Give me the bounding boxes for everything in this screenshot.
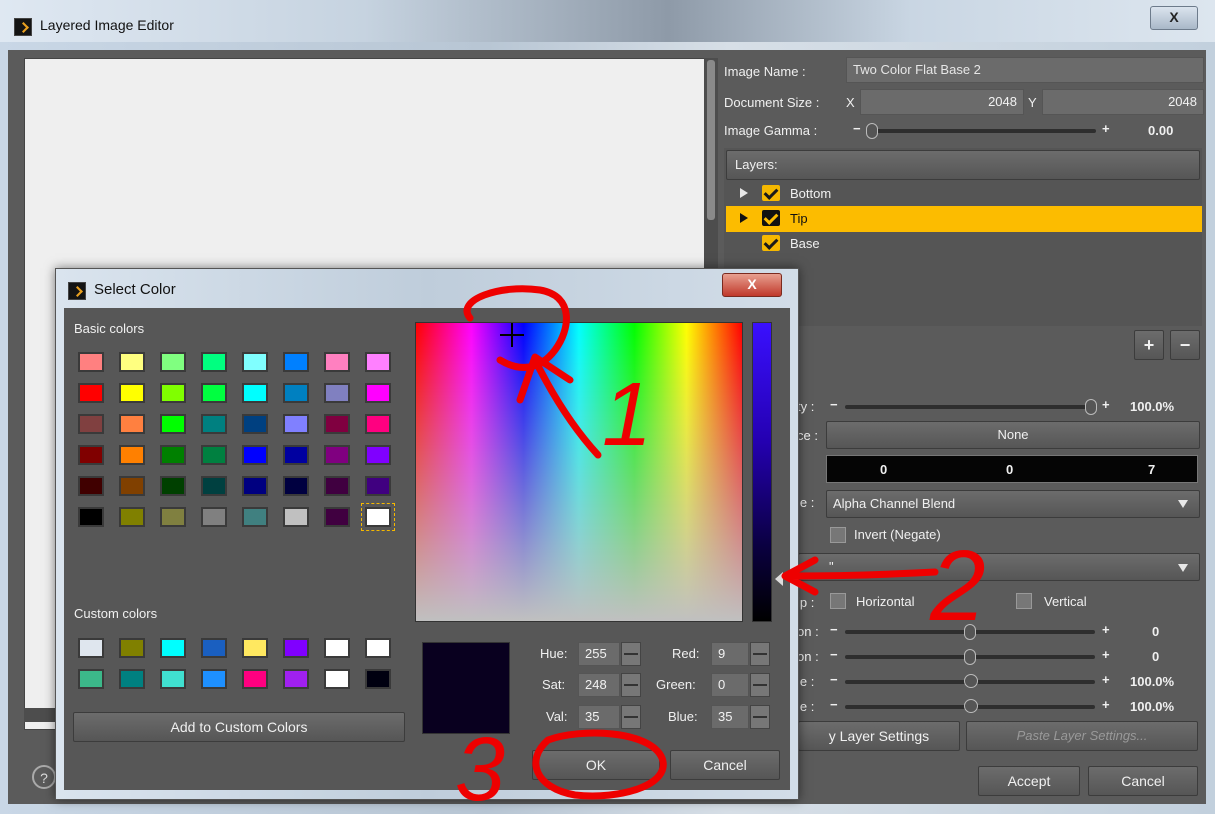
annotation-number-3: 3 [455,720,505,814]
annotation-arrow-1 [516,353,602,459]
annotation-circle-1 [463,285,570,371]
annotation-number-1: 1 [602,365,652,465]
annotation-arrow-2 [781,556,939,596]
annotation-circle-3 [532,729,667,800]
annotation-overlay: 1 2 3 [455,285,986,814]
annotation-number-2: 2 [929,530,986,642]
